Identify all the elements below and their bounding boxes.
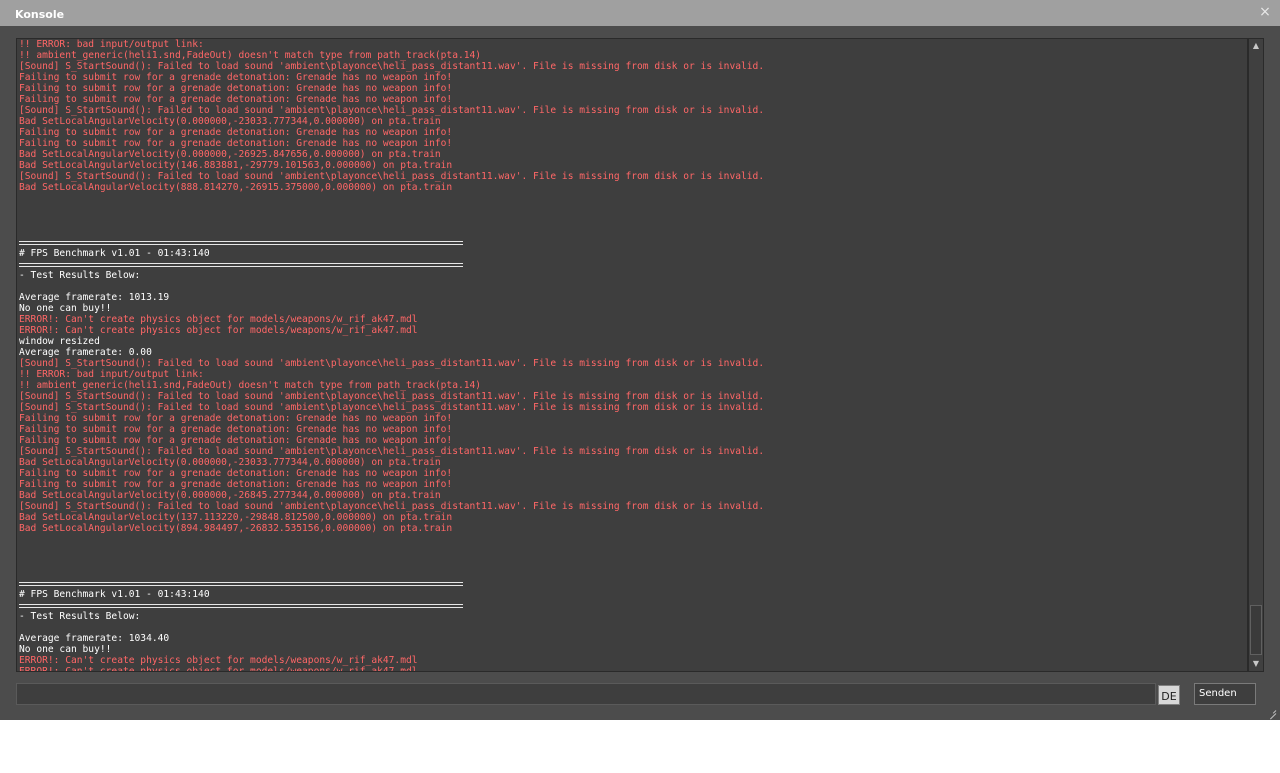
console-line: Bad SetLocalAngularVelocity(0.000000,-26… bbox=[19, 490, 441, 501]
console-line: Average framerate: 0.00 bbox=[19, 347, 152, 358]
command-input-box[interactable] bbox=[16, 683, 1156, 707]
console-line: !! ERROR: bad input/output link: bbox=[19, 39, 204, 50]
console-line: Failing to submit row for a grenade deto… bbox=[19, 127, 453, 138]
console-line: # FPS Benchmark v1.01 - 01:43:140 bbox=[19, 248, 210, 259]
console-line: No one can buy!! bbox=[19, 303, 112, 314]
console-line: Bad SetLocalAngularVelocity(137.113220,-… bbox=[19, 512, 453, 523]
console-line: [Sound] S_StartSound(): Failed to load s… bbox=[19, 501, 765, 512]
console-line: Bad SetLocalAngularVelocity(888.814270,-… bbox=[19, 182, 453, 193]
benchmark-divider bbox=[19, 578, 1239, 589]
console-line: window resized bbox=[19, 336, 100, 347]
window-title: Konsole bbox=[15, 8, 65, 21]
console-scrollbar[interactable]: ▲ ▼ bbox=[1248, 38, 1264, 672]
console-line: # FPS Benchmark v1.01 - 01:43:140 bbox=[19, 589, 210, 600]
title-bar[interactable]: Konsole × bbox=[0, 0, 1280, 26]
console-lines: !! ERROR: bad input/output link:!! ambie… bbox=[19, 39, 1239, 672]
console-line: Bad SetLocalAngularVelocity(146.883881,-… bbox=[19, 160, 453, 171]
console-line: ERROR!: Can't create physics object for … bbox=[19, 314, 418, 325]
console-line: Average framerate: 1013.19 bbox=[19, 292, 170, 303]
console-line: ERROR!: Can't create physics object for … bbox=[19, 666, 418, 672]
scroll-thumb[interactable] bbox=[1250, 605, 1262, 655]
console-line: Failing to submit row for a grenade deto… bbox=[19, 83, 453, 94]
console-line: !! ambient_generic(heli1.snd,FadeOut) do… bbox=[19, 380, 482, 391]
console-line: [Sound] S_StartSound(): Failed to load s… bbox=[19, 105, 765, 116]
console-line: Failing to submit row for a grenade deto… bbox=[19, 468, 453, 479]
console-window: Konsole × !! ERROR: bad input/output lin… bbox=[0, 0, 1280, 720]
console-output[interactable]: !! ERROR: bad input/output link:!! ambie… bbox=[16, 38, 1248, 672]
console-line: [Sound] S_StartSound(): Failed to load s… bbox=[19, 446, 765, 457]
command-input[interactable] bbox=[17, 686, 1155, 707]
send-button[interactable]: Senden bbox=[1194, 683, 1256, 705]
console-line: Failing to submit row for a grenade deto… bbox=[19, 138, 453, 149]
console-line: No one can buy!! bbox=[19, 644, 112, 655]
console-line: Average framerate: 1034.40 bbox=[19, 633, 170, 644]
console-line: - Test Results Below: bbox=[19, 611, 141, 622]
scroll-down-icon[interactable]: ▼ bbox=[1249, 657, 1263, 671]
console-line: Failing to submit row for a grenade deto… bbox=[19, 72, 453, 83]
console-line: Bad SetLocalAngularVelocity(894.984497,-… bbox=[19, 523, 453, 534]
console-line: - Test Results Below: bbox=[19, 270, 141, 281]
console-line: Bad SetLocalAngularVelocity(0.000000,-23… bbox=[19, 116, 441, 127]
language-indicator[interactable]: DE bbox=[1158, 685, 1180, 705]
console-line: Failing to submit row for a grenade deto… bbox=[19, 479, 453, 490]
console-line: ERROR!: Can't create physics object for … bbox=[19, 655, 418, 666]
console-line: !! ERROR: bad input/output link: bbox=[19, 369, 204, 380]
console-line: [Sound] S_StartSound(): Failed to load s… bbox=[19, 391, 765, 402]
benchmark-divider bbox=[19, 259, 1239, 270]
benchmark-divider bbox=[19, 600, 1239, 611]
resize-grip-icon[interactable] bbox=[1264, 704, 1276, 716]
console-line: Failing to submit row for a grenade deto… bbox=[19, 94, 453, 105]
close-icon[interactable]: × bbox=[1258, 5, 1272, 19]
console-line: ERROR!: Can't create physics object for … bbox=[19, 325, 418, 336]
console-line: [Sound] S_StartSound(): Failed to load s… bbox=[19, 61, 765, 72]
console-line: Bad SetLocalAngularVelocity(0.000000,-26… bbox=[19, 149, 441, 160]
console-line: [Sound] S_StartSound(): Failed to load s… bbox=[19, 402, 765, 413]
console-line: Bad SetLocalAngularVelocity(0.000000,-23… bbox=[19, 457, 441, 468]
console-line: [Sound] S_StartSound(): Failed to load s… bbox=[19, 358, 765, 369]
console-line: Failing to submit row for a grenade deto… bbox=[19, 435, 453, 446]
console-line: [Sound] S_StartSound(): Failed to load s… bbox=[19, 171, 765, 182]
console-line: !! ambient_generic(heli1.snd,FadeOut) do… bbox=[19, 50, 482, 61]
console-line: Failing to submit row for a grenade deto… bbox=[19, 413, 453, 424]
benchmark-divider bbox=[19, 237, 1239, 248]
scroll-up-icon[interactable]: ▲ bbox=[1249, 39, 1263, 53]
console-line: Failing to submit row for a grenade deto… bbox=[19, 424, 453, 435]
